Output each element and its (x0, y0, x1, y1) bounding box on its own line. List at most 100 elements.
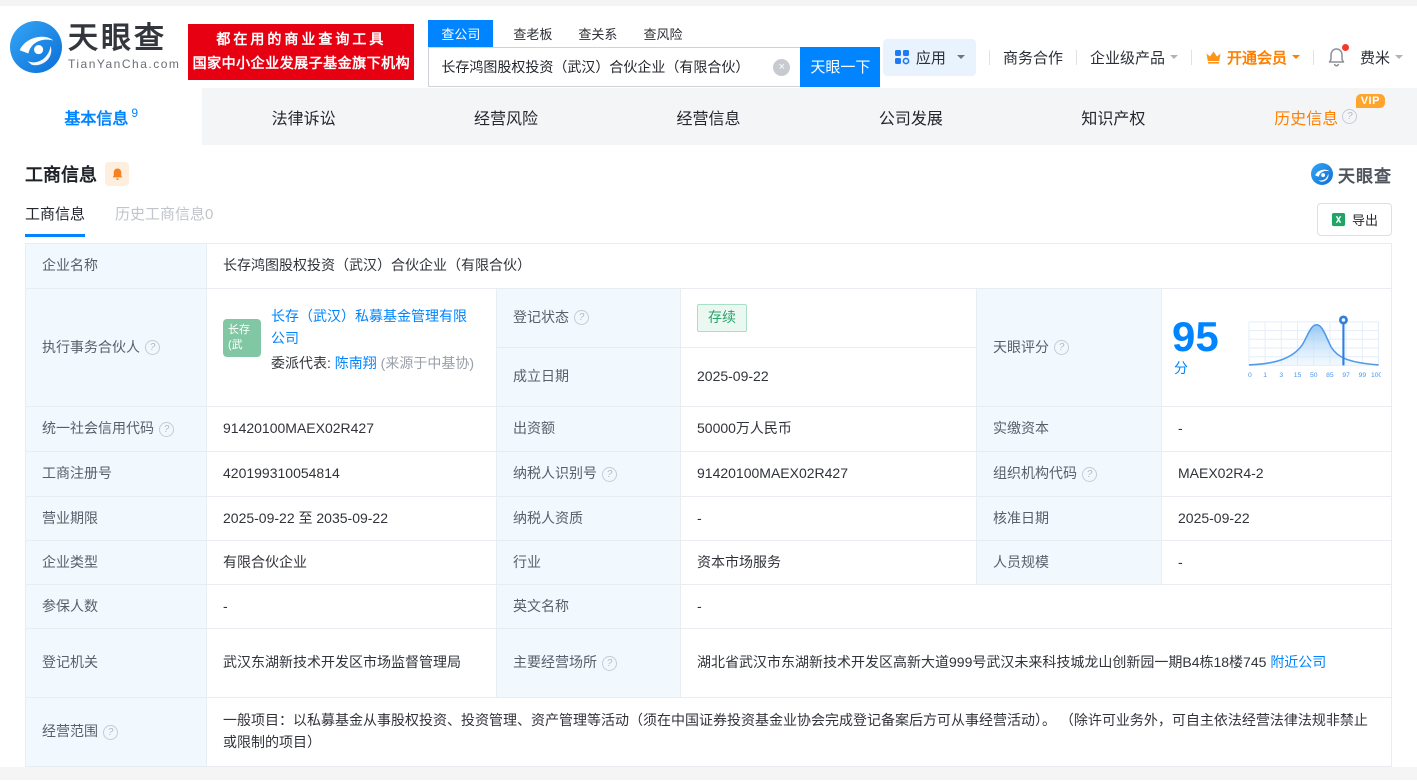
taxpayer-quality-label: 纳税人资质 (497, 497, 681, 541)
rep-name-link[interactable]: 陈南翔 (335, 355, 377, 371)
search-button[interactable]: 天眼一下 (800, 47, 880, 87)
business-scope-value: 一般项目：以私募基金从事股权投资、投资管理、资产管理等活动（须在中国证券投资基金… (207, 698, 1392, 767)
reg-authority-label: 登记机关 (26, 629, 207, 698)
tab-legal-litigation[interactable]: 法律诉讼 (202, 88, 404, 145)
help-icon[interactable] (602, 656, 617, 671)
taxpayer-id-label: 纳税人识别号 (497, 452, 681, 497)
reg-status-label: 登记状态 (497, 289, 681, 348)
business-coop-link[interactable]: 商务合作 (1003, 47, 1063, 68)
help-icon[interactable] (145, 340, 160, 355)
search-tab-boss[interactable]: 查老板 (513, 20, 552, 47)
business-term-value: 2025-09-22 至 2035-09-22 (207, 497, 497, 541)
company-page-tabs: 基本信息 9 法律诉讼 经营风险 经营信息 公司发展 知识产权 VIP 历史信息 (0, 88, 1417, 145)
business-coop-label: 商务合作 (1003, 47, 1063, 68)
open-vip-menu[interactable]: 开通会员 (1205, 47, 1300, 68)
reg-number-value: 420199310054814 (207, 452, 497, 497)
tab-label: 公司发展 (879, 105, 943, 129)
svg-text:85: 85 (1326, 372, 1334, 379)
business-info-table: 企业名称 长存鸿图股权投资（武汉）合伙企业（有限合伙） 执行事务合伙人 长存 (… (25, 243, 1392, 767)
user-nav: 应用 商务合作 企业级产品 开通会员 (883, 39, 1403, 76)
tab-history-info[interactable]: VIP 历史信息 (1215, 88, 1417, 145)
tianyancha-logo-icon (1311, 163, 1333, 185)
tianyancha-watermark: 天眼查 (1311, 162, 1392, 187)
search-tab-company[interactable]: 查公司 (428, 20, 493, 47)
establish-date-value: 2025-09-22 (681, 348, 976, 407)
partner-avatar[interactable]: 长存 (武 (223, 319, 261, 357)
executive-partner-cell: 长存 (武 长存（武汉）私募基金管理有限公司 委派代表: 陈南翔 (来源于中基协… (207, 289, 497, 407)
svg-text:15: 15 (1293, 372, 1301, 379)
help-icon[interactable] (1054, 340, 1069, 355)
enterprise-products-label: 企业级产品 (1090, 47, 1165, 68)
business-term-label: 营业期限 (26, 497, 207, 541)
tab-company-development[interactable]: 公司发展 (810, 88, 1012, 145)
score-number: 95 (1172, 313, 1219, 360)
help-icon[interactable] (1342, 109, 1357, 124)
reg-number-label: 工商注册号 (26, 452, 207, 497)
notification-dot (1342, 44, 1349, 51)
help-icon[interactable] (602, 467, 617, 482)
site-header: 天眼查 TianYanCha.com 都在用的商业查询工具 国家中小企业发展子基… (0, 6, 1417, 88)
nearby-companies-link[interactable]: 附近公司 (1270, 654, 1326, 670)
enterprise-products-menu[interactable]: 企业级产品 (1090, 47, 1178, 68)
company-type-label: 企业类型 (26, 541, 207, 585)
score-distribution-chart: 0 1 3 15 50 85 97 99 100 (1246, 309, 1381, 387)
main-content: 工商信息 天眼查 工商信息 历史工商信息0 导出 (0, 145, 1417, 767)
reg-status-value: 存续 (681, 289, 976, 348)
tab-operation-risk[interactable]: 经营风险 (405, 88, 607, 145)
tab-label: 经营风险 (474, 105, 538, 129)
svg-text:100: 100 (1371, 372, 1381, 379)
logo-title: 天眼查 (68, 24, 180, 54)
svg-text:3: 3 (1279, 372, 1283, 379)
status-badge: 存续 (697, 304, 747, 332)
tab-label: 基本信息 (64, 105, 128, 129)
help-icon[interactable] (103, 725, 118, 740)
insured-count-value: - (207, 585, 497, 629)
credit-code-value: 91420100MAEX02R427 (207, 407, 497, 452)
tab-label: 历史信息 (1274, 105, 1338, 129)
help-icon[interactable] (159, 422, 174, 437)
subscribe-bell-button[interactable] (105, 162, 129, 186)
search-box (428, 47, 800, 87)
business-scope-label: 经营范围 (26, 698, 207, 767)
username: 费米 (1360, 47, 1390, 68)
tab-label: 经营信息 (676, 105, 740, 129)
search-input[interactable] (429, 48, 800, 86)
establish-date-label: 成立日期 (497, 348, 681, 407)
reg-authority-value: 武汉东湖新技术开发区市场监督管理局 (207, 629, 497, 698)
bell-icon (111, 167, 124, 181)
notifications-bell[interactable] (1327, 47, 1346, 67)
search-area: 查公司 查老板 查关系 查风险 天眼一下 (428, 20, 880, 87)
chevron-down-icon (1292, 55, 1300, 63)
taxpayer-quality-value: - (681, 497, 977, 541)
search-tab-relation[interactable]: 查关系 (578, 20, 617, 47)
svg-text:99: 99 (1358, 372, 1366, 379)
approval-date-label: 核准日期 (977, 497, 1162, 541)
promo-line-1: 都在用的商业查询工具 (216, 28, 386, 52)
subtab-history-business-info[interactable]: 历史工商信息0 (115, 203, 213, 237)
export-button[interactable]: 导出 (1317, 203, 1392, 236)
partner-company-link[interactable]: 长存（武汉）私募基金管理有限公司 (271, 308, 467, 346)
vip-badge: VIP (1356, 94, 1385, 108)
open-vip-label: 开通会员 (1227, 47, 1287, 68)
tab-count: 9 (131, 106, 138, 120)
export-label: 导出 (1352, 210, 1378, 229)
user-menu[interactable]: 费米 (1360, 47, 1403, 68)
tianyancha-logo[interactable]: 天眼查 TianYanCha.com (10, 21, 180, 73)
paid-capital-label: 实缴资本 (977, 407, 1162, 452)
help-icon[interactable] (574, 310, 589, 325)
tab-operation-info[interactable]: 经营信息 (607, 88, 809, 145)
industry-label: 行业 (497, 541, 681, 585)
clear-icon[interactable] (773, 59, 790, 76)
tab-intellectual-property[interactable]: 知识产权 (1012, 88, 1214, 145)
org-code-label: 组织机构代码 (977, 452, 1162, 497)
company-name-label: 企业名称 (26, 244, 207, 289)
subtab-business-info[interactable]: 工商信息 (25, 203, 85, 237)
search-tab-risk[interactable]: 查风险 (643, 20, 682, 47)
help-icon[interactable] (1082, 467, 1097, 482)
divider (989, 50, 990, 65)
apps-menu[interactable]: 应用 (883, 39, 976, 76)
divider (1313, 50, 1314, 65)
address-label: 主要经营场所 (497, 629, 681, 698)
address-value: 湖北省武汉市东湖新技术开发区高新大道999号武汉未来科技城龙山创新园一期B4栋1… (681, 629, 1392, 698)
tab-basic-info[interactable]: 基本信息 9 (0, 88, 202, 145)
